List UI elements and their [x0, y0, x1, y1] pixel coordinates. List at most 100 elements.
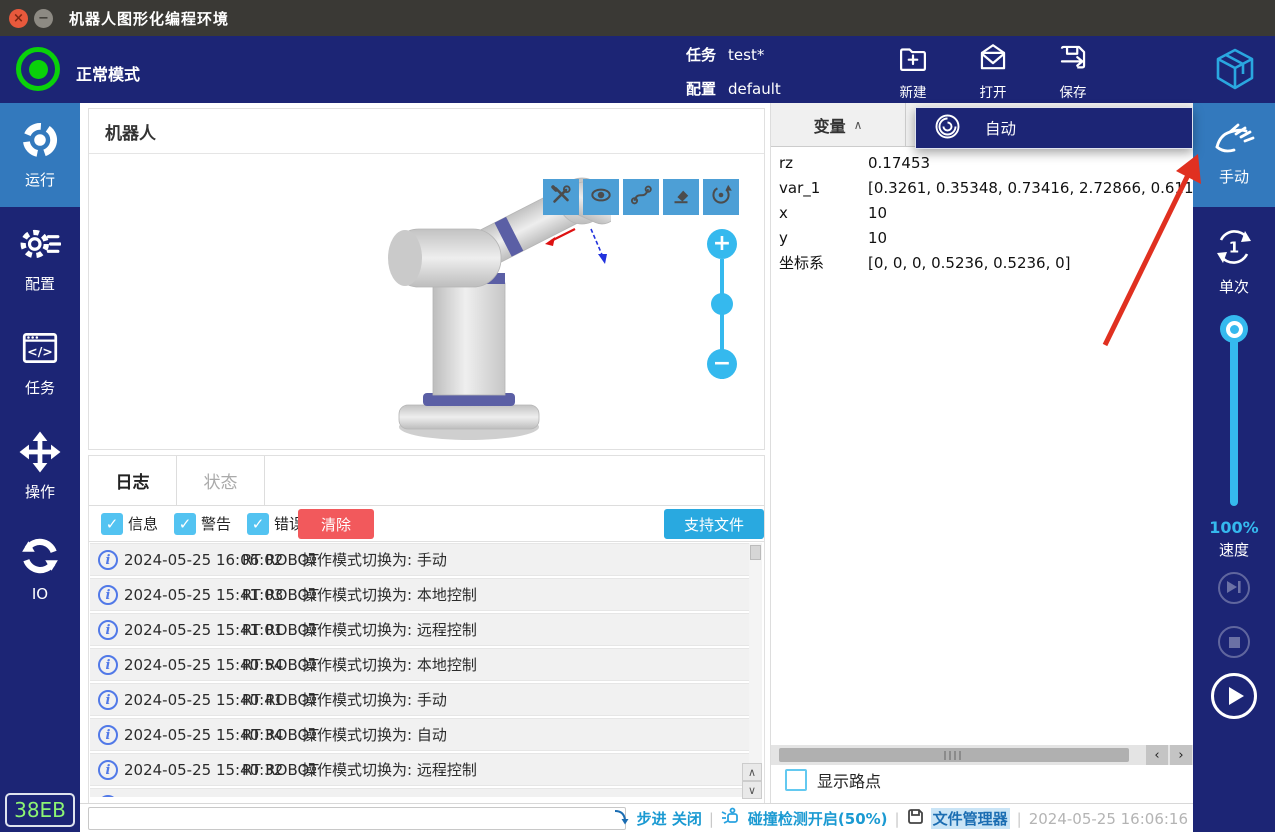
log-panel: 日志 状态 ✓ 信息 ✓ 警告 ✓ 错误 清除 支持文件 i2024-05-25… [88, 455, 765, 803]
manual-mode-button[interactable]: 手动 [1193, 103, 1275, 207]
file-manager-link[interactable]: 文件管理器 [931, 808, 1010, 829]
svg-text:</>: </> [27, 344, 53, 359]
sidebar-item-label: 运行 [0, 169, 80, 190]
eraser-button[interactable] [663, 179, 699, 215]
show-waypoints-checkbox[interactable] [785, 769, 807, 791]
sidebar-item-io[interactable]: IO [0, 519, 80, 623]
run-icon [19, 146, 61, 165]
save-icon [1056, 61, 1090, 80]
zoom-slider-handle[interactable] [711, 293, 733, 315]
zoom-in-button[interactable]: + [707, 229, 737, 259]
info-icon: i [98, 550, 118, 570]
variables-panel: 变量 ∧ rz0.17453 var_1[0.3261, 0.35348, 0.… [770, 103, 1193, 803]
variable-row[interactable]: x10 [771, 200, 1193, 225]
tools-button[interactable] [543, 179, 579, 215]
sidebar-item-task[interactable]: </> 任务 [0, 311, 80, 415]
step-status[interactable]: 步进 关闭 [637, 808, 702, 829]
scroll-left-button[interactable]: ‹ [1146, 745, 1168, 765]
support-files-button[interactable]: 支持文件 [664, 509, 764, 539]
error-checkbox[interactable]: ✓ [247, 513, 269, 535]
log-list[interactable]: i2024-05-25 16:06:02RT ROBOT操作模式切换为: 手动 … [90, 543, 750, 797]
rotate-icon [708, 182, 734, 212]
minimize-glyph: − [38, 12, 49, 25]
log-scrollbar-thumb[interactable] [750, 545, 761, 560]
log-row[interactable]: i2024-05-25 15:40:30RT ROBOT操作模式切换为: 自动 [90, 788, 750, 797]
log-row[interactable]: i2024-05-25 15:40:32RT ROBOT操作模式切换为: 远程控… [90, 753, 750, 786]
path-button[interactable] [623, 179, 659, 215]
scroll-down-button[interactable]: ∨ [742, 781, 762, 799]
open-button[interactable]: 打开 [961, 40, 1025, 101]
new-button[interactable]: 新建 [881, 40, 945, 101]
tab-status[interactable]: 状态 [177, 456, 265, 505]
single-run-button[interactable]: 1 单次 [1193, 207, 1275, 311]
log-row[interactable]: i2024-05-25 16:06:02RT ROBOT操作模式切换为: 手动 [90, 543, 750, 576]
io-cycle-icon [19, 562, 61, 581]
variable-row[interactable]: var_1[0.3261, 0.35348, 0.73416, 2.72866,… [771, 175, 1193, 200]
info-icon: i [98, 585, 118, 605]
stop-button[interactable] [1218, 626, 1250, 658]
clear-button[interactable]: 清除 [298, 509, 374, 539]
mode-dropdown-item-auto[interactable]: 自动 [915, 107, 1193, 149]
tab-log[interactable]: 日志 [89, 456, 177, 505]
right-sidebar: 手动 1 单次 100% 速度 [1193, 103, 1275, 832]
sidebar-item-config[interactable]: 配置 [0, 207, 80, 311]
save-button[interactable]: 保存 [1041, 40, 1105, 101]
log-row[interactable]: i2024-05-25 15:40:54RT ROBOT操作模式切换为: 本地控… [90, 648, 750, 681]
log-row[interactable]: i2024-05-25 15:41:03RT ROBOT操作模式切换为: 本地控… [90, 578, 750, 611]
scroll-up-button[interactable]: ∧ [742, 763, 762, 781]
play-button[interactable] [1211, 673, 1257, 719]
info-icon: i [98, 620, 118, 640]
view-toolbar [543, 179, 739, 215]
status-items: 步进 关闭 | 碰撞检测开启(50%) | 文件管理器 | 2024-05-25… [613, 804, 1188, 832]
sidebar-item-label: IO [0, 585, 80, 603]
log-row[interactable]: i2024-05-25 15:40:34RT ROBOT操作模式切换为: 自动 [90, 718, 750, 751]
variables-hscrollbar[interactable]: ‹ › [771, 745, 1194, 765]
log-tabs: 日志 状态 [89, 456, 764, 506]
variable-row[interactable]: y10 [771, 225, 1193, 250]
close-icon[interactable]: × [9, 9, 28, 28]
log-row[interactable]: i2024-05-25 15:40:41RT ROBOT操作模式切换为: 手动 [90, 683, 750, 716]
sidebar-item-run[interactable]: 运行 [0, 103, 80, 207]
rotate-view-button[interactable] [703, 179, 739, 215]
variables-tab[interactable]: 变量 ∧ [771, 103, 906, 146]
minimize-icon[interactable]: − [34, 9, 53, 28]
info-filter-label: 信息 [128, 513, 158, 534]
mode-status-icon [16, 47, 60, 91]
speed-percent: 100% [1193, 518, 1275, 537]
app-logo-icon [1212, 46, 1258, 96]
single-run-label: 单次 [1193, 276, 1275, 297]
eraser-icon [668, 182, 694, 212]
sidebar-item-operate[interactable]: 操作 [0, 415, 80, 519]
variable-row[interactable]: 坐标系[0, 0, 0, 0.5236, 0.5236, 0] [771, 250, 1193, 275]
info-checkbox[interactable]: ✓ [101, 513, 123, 535]
variable-row[interactable]: rz0.17453 [771, 150, 1193, 175]
robot-panel: 机器人 [88, 108, 765, 450]
collision-status[interactable]: 碰撞检测开启(50%) [748, 808, 888, 829]
step-forward-button[interactable] [1218, 572, 1250, 604]
config-value: default [728, 80, 781, 98]
play-icon [1229, 687, 1244, 705]
status-input-box[interactable] [88, 807, 626, 830]
chevron-up-icon: ∧ [854, 118, 863, 132]
status-bar: 步进 关闭 | 碰撞检测开启(50%) | 文件管理器 | 2024-05-25… [80, 803, 1193, 832]
variables-table: rz0.17453 var_1[0.3261, 0.35348, 0.73416… [771, 150, 1193, 275]
scroll-right-button[interactable]: › [1170, 745, 1192, 765]
log-scrollbar[interactable] [749, 543, 762, 763]
single-cycle-icon: 1 [1212, 254, 1256, 273]
tools-icon [548, 182, 574, 212]
task-value: test* [728, 46, 764, 64]
visibility-button[interactable] [583, 179, 619, 215]
sidebar-item-label: 配置 [0, 273, 80, 294]
titlebar: × − 机器人图形化编程环境 [0, 0, 1275, 36]
warning-checkbox[interactable]: ✓ [174, 513, 196, 535]
log-row[interactable]: i2024-05-25 15:41:01RT ROBOT操作模式切换为: 远程控… [90, 613, 750, 646]
window-title: 机器人图形化编程环境 [69, 8, 229, 29]
auto-mode-label: 自动 [985, 117, 1016, 139]
chevron-left-icon: ‹ [1154, 748, 1159, 763]
hscrollbar-thumb[interactable] [779, 748, 1129, 762]
speed-slider-track[interactable] [1230, 325, 1238, 506]
speed-slider-handle[interactable] [1220, 315, 1248, 343]
zoom-out-button[interactable]: − [707, 349, 737, 379]
new-file-icon [896, 61, 930, 80]
plus-glyph: + [713, 233, 731, 255]
